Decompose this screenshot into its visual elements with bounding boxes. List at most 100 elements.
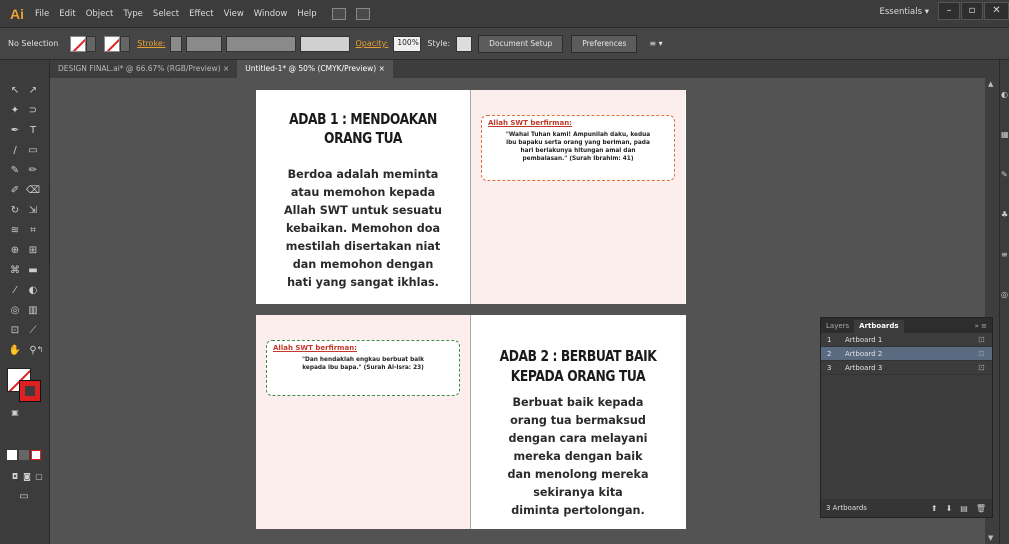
brushes-panel-icon[interactable]: ✎ <box>1001 170 1008 179</box>
move-down-icon[interactable]: ⬇ <box>946 504 953 513</box>
none-mode-icon[interactable] <box>31 450 41 460</box>
selection-tool-icon[interactable]: ↖ <box>7 84 23 98</box>
maximize-icon[interactable]: ▫ <box>961 2 983 20</box>
stroke-color-icon[interactable] <box>19 380 41 402</box>
stroke-label[interactable]: Stroke: <box>134 39 168 48</box>
menu-edit[interactable]: Edit <box>54 9 80 19</box>
paintbrush-tool-icon[interactable]: ✎ <box>7 164 23 178</box>
draw-inside-icon[interactable]: ▢ <box>31 470 47 484</box>
artboard-tool-icon[interactable]: ⊡ <box>7 324 23 338</box>
symbols-panel-icon[interactable]: ♣ <box>1001 210 1008 219</box>
adab2-body-line: dan menolong mereka <box>507 468 649 481</box>
close-tab-icon[interactable]: × <box>223 64 229 73</box>
workspace-switcher[interactable]: Essentials ▾ <box>879 7 929 17</box>
blob-brush-tool-icon[interactable]: ✐ <box>7 184 23 198</box>
move-up-icon[interactable]: ⬆ <box>931 504 938 513</box>
menu-type[interactable]: Type <box>118 9 148 19</box>
align-menu-icon[interactable]: ≡ ▾ <box>641 39 670 48</box>
arrange-documents-icon[interactable] <box>355 7 370 20</box>
artboard-row[interactable]: 1 Artboard 1 ⊡ <box>821 333 992 347</box>
menu-object[interactable]: Object <box>81 9 119 19</box>
artboard-options-icon[interactable]: ⊡ <box>978 363 992 372</box>
menu-help[interactable]: Help <box>292 9 321 19</box>
artboard-2[interactable]: Allah SWT berfirman: "Dan hendaklah engk… <box>256 315 686 529</box>
control-bar: No Selection Stroke: Opacity: 100% Style… <box>0 28 1009 60</box>
new-artboard-icon[interactable]: ▤ <box>960 504 968 513</box>
menu-file[interactable]: File <box>30 9 54 19</box>
slice-tool-icon[interactable]: ⟋ <box>25 324 41 338</box>
artboard-row[interactable]: 2 Artboard 2 ⊡ <box>821 347 992 361</box>
warp-tool-icon[interactable]: ≋ <box>7 224 23 238</box>
eyedropper-tool-icon[interactable]: ⁄ <box>7 284 23 298</box>
mesh-tool-icon[interactable]: ⌘ <box>7 264 23 278</box>
fill-dropdown-icon[interactable] <box>86 35 97 52</box>
perspective-grid-tool-icon[interactable]: ⊞ <box>25 244 41 258</box>
adab1-body-line: Berdoa adalah meminta <box>287 168 439 181</box>
column-graph-tool-icon[interactable]: ▥ <box>25 304 41 318</box>
free-transform-tool-icon[interactable]: ⌗ <box>25 224 41 238</box>
opacity-field[interactable]: 100% <box>393 35 422 52</box>
opacity-label[interactable]: Opacity: <box>352 39 391 48</box>
rotate-tool-icon[interactable]: ↻ <box>7 204 23 218</box>
symbol-sprayer-tool-icon[interactable]: ◎ <box>7 304 23 318</box>
brush-definition-field[interactable] <box>300 35 351 52</box>
direct-selection-tool-icon[interactable]: ↗ <box>25 84 41 98</box>
menu-view[interactable]: View <box>219 9 249 19</box>
stroke-panel-icon[interactable]: ≡ <box>1001 250 1008 259</box>
type-tool-icon[interactable]: T <box>25 124 41 138</box>
hand-tool-icon[interactable]: ✋ <box>7 344 23 358</box>
pencil-tool-icon[interactable]: ✏ <box>25 164 41 178</box>
tab-artboards[interactable]: Artboards <box>854 320 904 333</box>
delete-artboard-icon[interactable]: 🗑 <box>976 504 986 513</box>
tab-untitled-1[interactable]: Untitled-1* @ 50% (CMYK/Preview) × <box>237 60 393 78</box>
stroke-dropdown-icon[interactable] <box>120 35 131 52</box>
magic-wand-tool-icon[interactable]: ✦ <box>7 104 23 118</box>
document-tabs: DESIGN FINAL.ai* @ 66.67% (RGB/Preview) … <box>50 60 999 78</box>
menu-effect[interactable]: Effect <box>184 9 218 19</box>
adab2-body-line: diminta pertolongan. <box>511 504 645 517</box>
tab-label: Untitled-1* @ 50% (CMYK/Preview) <box>245 64 377 73</box>
tab-design-final[interactable]: DESIGN FINAL.ai* @ 66.67% (RGB/Preview) … <box>50 60 237 78</box>
stroke-weight-stepper[interactable] <box>170 35 183 52</box>
variable-width-field[interactable] <box>226 35 297 52</box>
color-mode-icon[interactable] <box>7 450 17 460</box>
rectangle-tool-icon[interactable]: ▭ <box>25 144 41 158</box>
screen-mode-icon[interactable]: ▭ <box>16 490 32 504</box>
blend-tool-icon[interactable]: ◐ <box>25 284 41 298</box>
artboard-1[interactable]: ADAB 1 : MENDOAKAN ORANG TUA Berdoa adal… <box>256 90 686 304</box>
line-tool-icon[interactable]: / <box>7 144 23 158</box>
default-fill-stroke-icon[interactable]: ▣ <box>7 406 23 420</box>
tab-layers[interactable]: Layers <box>821 320 854 333</box>
shape-builder-tool-icon[interactable]: ⊕ <box>7 244 23 258</box>
fill-swatch[interactable] <box>70 35 87 52</box>
style-swatch[interactable] <box>456 35 473 52</box>
artboard-options-icon[interactable]: ⊡ <box>978 349 992 358</box>
menu-select[interactable]: Select <box>148 9 184 19</box>
eraser-tool-icon[interactable]: ⌫ <box>25 184 41 198</box>
menu-window[interactable]: Window <box>249 9 293 19</box>
gradient-tool-icon[interactable]: ▬ <box>25 264 41 278</box>
appearance-panel-icon[interactable]: ◎ <box>1001 290 1008 299</box>
pen-tool-icon[interactable]: ✒ <box>7 124 23 138</box>
scroll-up-icon[interactable]: ▲ <box>988 80 993 88</box>
swatches-panel-icon[interactable]: ▦ <box>1001 130 1009 139</box>
lasso-tool-icon[interactable]: ⊃ <box>25 104 41 118</box>
gradient-mode-icon[interactable] <box>19 450 29 460</box>
bridge-icon[interactable] <box>331 7 346 20</box>
swap-fill-stroke-icon[interactable]: ↰ <box>32 343 48 357</box>
minimize-icon[interactable]: – <box>938 2 960 20</box>
document-setup-button[interactable]: Document Setup <box>478 34 564 53</box>
scroll-down-icon[interactable]: ▼ <box>988 534 993 542</box>
stroke-weight-field[interactable] <box>186 35 223 52</box>
close-tab-icon[interactable]: × <box>379 64 385 73</box>
stroke-swatch[interactable] <box>104 35 121 52</box>
preferences-button[interactable]: Preferences <box>571 34 638 53</box>
scale-tool-icon[interactable]: ⇲ <box>25 204 41 218</box>
menu-bar: Ai File Edit Object Type Select Effect V… <box>0 0 1009 28</box>
adab2-body-line: orang tua bermaksud <box>510 414 646 427</box>
close-icon[interactable]: ✕ <box>984 2 1009 20</box>
artboard-row[interactable]: 3 Artboard 3 ⊡ <box>821 361 992 375</box>
panel-menu-icon[interactable]: » ≡ <box>975 320 992 333</box>
color-panel-icon[interactable]: ◐ <box>1001 90 1008 99</box>
artboard-options-icon[interactable]: ⊡ <box>978 335 992 344</box>
